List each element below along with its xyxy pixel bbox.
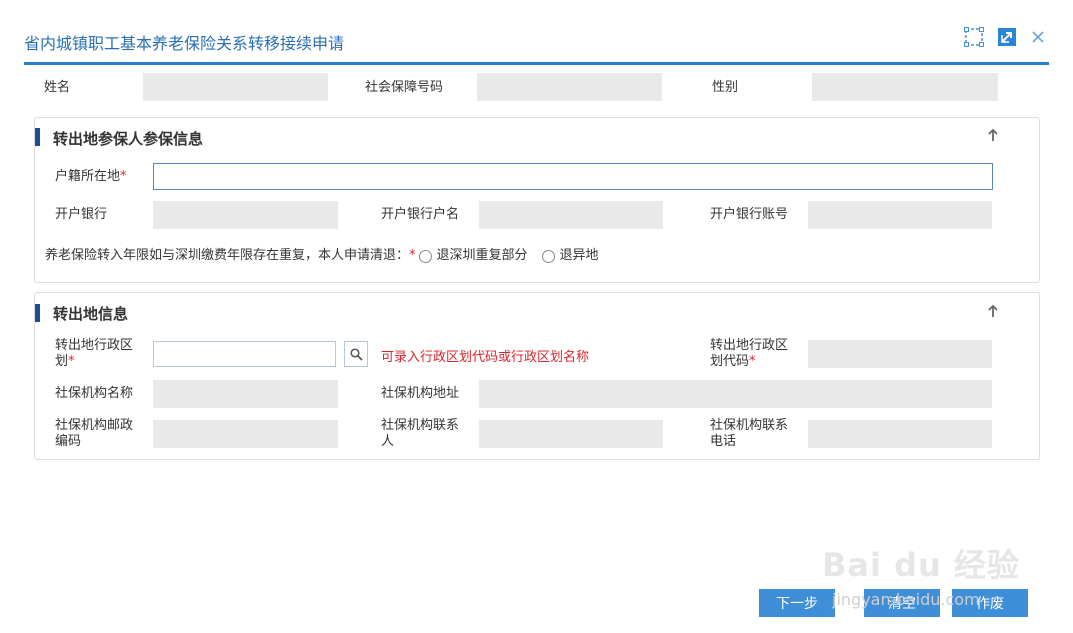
section-marker: [35, 128, 40, 146]
org-post-label: 社保机构邮政 编码: [55, 418, 134, 449]
close-icon[interactable]: [1027, 26, 1049, 48]
ssn-value: [477, 73, 662, 101]
watermark-url: jingyan.baidu.com: [832, 590, 980, 609]
region-code-value: [808, 340, 992, 368]
watermark-logo: Bai du 经验: [822, 546, 1020, 584]
org-post-value: [153, 420, 338, 448]
section-marker: [35, 304, 40, 322]
org-addr-label: 社保机构地址: [381, 386, 460, 401]
name-label: 姓名: [44, 80, 71, 95]
radio-circle-icon[interactable]: [541, 249, 555, 263]
section-title-region: 转出地信息: [53, 305, 129, 323]
search-icon: [349, 347, 363, 361]
region-hint: 可录入行政区划代码或行政区划名称: [381, 350, 590, 365]
resize-icon[interactable]: [963, 26, 985, 48]
org-phone-value: [808, 420, 992, 448]
region-label: 转出地行政区 划*: [55, 338, 134, 369]
hukou-input[interactable]: [153, 163, 993, 190]
org-name-value: [153, 380, 338, 408]
refund-prompt: 养老保险转入年限如与深圳缴费年限存在重复，本人申请清退：: [45, 248, 410, 263]
bank-label: 开户银行: [55, 207, 108, 222]
gender-value: [812, 73, 998, 101]
refund-option-shenzhen[interactable]: 退深圳重复部分: [418, 248, 528, 264]
collapse-up-icon[interactable]: [986, 303, 1000, 323]
org-name-label: 社保机构名称: [55, 386, 134, 401]
radio-circle-icon[interactable]: [418, 249, 432, 263]
section-title-insured: 转出地参保人参保信息: [53, 130, 204, 148]
gender-label: 性别: [712, 80, 739, 95]
account-no-value: [808, 201, 992, 229]
hukou-label: 户籍所在地*: [55, 169, 127, 184]
org-phone-label: 社保机构联系 电话: [710, 418, 789, 449]
region-code-label: 转出地行政区 划代码*: [710, 338, 789, 369]
refund-row: 养老保险转入年限如与深圳缴费年限存在重复，本人申请清退： * 退深圳重复部分 退异…: [45, 248, 599, 264]
popout-icon[interactable]: [996, 26, 1018, 48]
org-contact-value: [479, 420, 663, 448]
collapse-up-icon[interactable]: [986, 127, 1000, 147]
refund-option-other[interactable]: 退异地: [541, 248, 599, 264]
org-contact-label: 社保机构联系 人: [381, 418, 460, 449]
ssn-label: 社会保障号码: [365, 80, 444, 95]
account-name-value: [479, 201, 663, 229]
org-addr-value: [479, 380, 992, 408]
bank-value: [153, 201, 338, 229]
account-name-label: 开户银行户名: [381, 207, 460, 222]
header-divider: [24, 62, 1049, 65]
search-button[interactable]: [344, 341, 368, 367]
dialog-title: 省内城镇职工基本养老保险关系转移接续申请: [24, 34, 345, 53]
account-no-label: 开户银行账号: [710, 207, 789, 222]
next-button[interactable]: 下一步: [759, 589, 835, 617]
region-input[interactable]: [153, 341, 336, 367]
name-value: [143, 73, 328, 101]
